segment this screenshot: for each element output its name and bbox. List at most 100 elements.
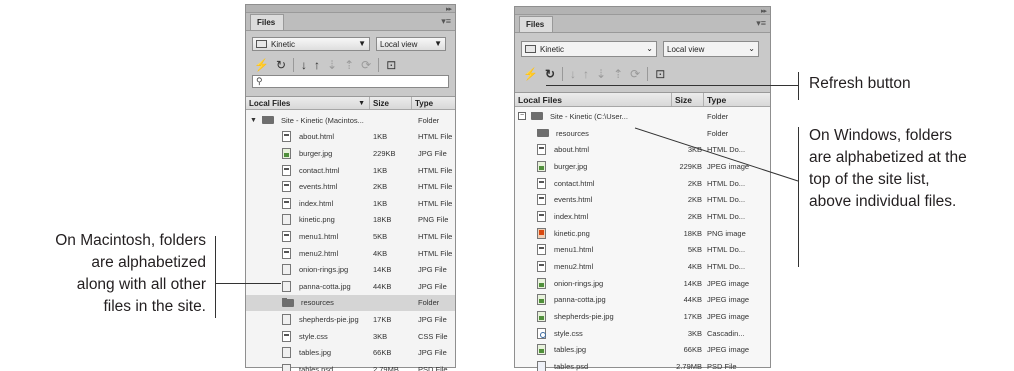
file-row[interactable]: menu1.html 5KB HTML Do...: [515, 242, 770, 259]
synchronize-icon[interactable]: ⟳: [361, 59, 371, 71]
view-select[interactable]: Local view ⌄: [663, 41, 759, 57]
file-row[interactable]: index.html 1KB HTML File: [246, 195, 455, 212]
divider: [378, 57, 380, 72]
file-row[interactable]: events.html 2KB HTML File: [246, 178, 455, 195]
html-file-icon: [537, 144, 546, 156]
expand-toggle-icon[interactable]: −: [518, 112, 526, 121]
column-size[interactable]: Size: [672, 93, 704, 106]
file-type: PSD File: [707, 362, 737, 371]
connect-icon[interactable]: ⚡: [254, 59, 269, 71]
check-out-icon[interactable]: ⇣: [596, 68, 606, 80]
file-size: 2KB: [687, 178, 702, 188]
folder-row[interactable]: ▼ Site - Kinetic (Macintos... Folder: [246, 112, 455, 129]
refresh-icon[interactable]: ↻: [276, 59, 286, 71]
column-type[interactable]: Type: [704, 93, 770, 106]
connect-icon[interactable]: ⚡: [523, 68, 538, 80]
check-in-icon[interactable]: ⇡: [613, 68, 623, 80]
file-type: PNG File: [418, 215, 449, 225]
win-toolbar: ⚡ ↻ ↓ ↑ ⇣ ⇡ ⟳ ⊡: [515, 57, 770, 83]
get-files-icon[interactable]: ↓: [570, 68, 576, 80]
file-row[interactable]: contact.html 1KB HTML File: [246, 162, 455, 179]
tab-files[interactable]: Files: [250, 14, 285, 30]
file-row[interactable]: menu2.html 4KB HTML Do...: [515, 258, 770, 275]
file-size: 2KB: [687, 211, 702, 221]
plain-file-icon: [282, 280, 291, 292]
file-row[interactable]: shepherds-pie.jpg 17KB JPEG image: [515, 308, 770, 325]
file-row[interactable]: menu1.html 5KB HTML File: [246, 228, 455, 245]
mac-tab-bar: Files ▾≡: [246, 13, 455, 31]
file-type: HTML File: [418, 182, 453, 192]
put-files-icon[interactable]: ↑: [314, 59, 320, 71]
file-type: PSD File: [418, 364, 448, 371]
panel-grip[interactable]: ▸▸: [246, 5, 455, 13]
divider: [647, 67, 649, 81]
column-local-files[interactable]: Local Files: [515, 93, 672, 106]
html-file-icon: [537, 194, 546, 206]
file-row[interactable]: style.css 3KB CSS File: [246, 328, 455, 345]
tab-files[interactable]: Files: [519, 16, 554, 32]
file-row[interactable]: tables.psd 2.79MB PSD File: [515, 358, 770, 371]
file-row[interactable]: tables.jpg 66KB JPG File: [246, 344, 455, 361]
file-name: kinetic.png: [299, 215, 335, 225]
file-row[interactable]: contact.html 2KB HTML Do...: [515, 175, 770, 192]
file-size: 1KB: [373, 198, 388, 208]
file-row[interactable]: tables.jpg 66KB JPEG image: [515, 342, 770, 359]
file-name-cell: menu1.html: [515, 244, 672, 256]
file-size: 66KB: [683, 345, 702, 355]
view-select[interactable]: Local view ▼: [376, 37, 446, 51]
file-row[interactable]: onion-rings.jpg 14KB JPEG image: [515, 275, 770, 292]
file-row[interactable]: index.html 2KB HTML Do...: [515, 208, 770, 225]
get-files-icon[interactable]: ↓: [301, 59, 307, 71]
mac-toolbar: ⚡ ↻ ↓ ↑ ⇣ ⇡ ⟳ ⊡: [246, 51, 455, 73]
html-file-icon: [282, 247, 291, 259]
file-row[interactable]: about.html 1KB HTML File: [246, 129, 455, 146]
column-type[interactable]: Type: [412, 97, 455, 109]
panel-menu-icon[interactable]: ▾≡: [441, 16, 451, 27]
column-size[interactable]: Size: [370, 97, 412, 109]
panel-grip[interactable]: ▸▸: [515, 7, 770, 15]
panel-menu-icon[interactable]: ▾≡: [756, 18, 766, 29]
put-files-icon[interactable]: ↑: [583, 68, 589, 80]
file-row[interactable]: style.css 3KB Cascadin...: [515, 325, 770, 342]
file-name: about.html: [554, 145, 590, 155]
file-name-cell: onion-rings.jpg: [515, 277, 672, 289]
file-name: contact.html: [554, 178, 595, 188]
column-local-files[interactable]: Local Files ▼: [246, 97, 370, 109]
html-file-icon: [537, 261, 546, 273]
check-out-icon[interactable]: ⇣: [327, 59, 337, 71]
expand-icon[interactable]: ⊡: [386, 59, 396, 71]
check-in-icon[interactable]: ⇡: [344, 59, 354, 71]
file-row[interactable]: menu2.html 4KB HTML File: [246, 245, 455, 262]
refresh-icon[interactable]: ↻: [545, 68, 555, 80]
file-name: onion-rings.jpg: [299, 265, 349, 275]
folder-row[interactable]: resources Folder: [246, 294, 455, 312]
file-row[interactable]: about.html 3KB HTML Do...: [515, 141, 770, 158]
search-input[interactable]: ⚲: [252, 75, 449, 88]
file-name: about.html: [299, 132, 335, 142]
file-row[interactable]: burger.jpg 229KB JPEG image: [515, 158, 770, 175]
mac-callout-leader: [215, 283, 281, 284]
expand-toggle-icon[interactable]: ▼: [250, 117, 257, 124]
file-row[interactable]: shepherds-pie.jpg 17KB JPG File: [246, 311, 455, 328]
site-select[interactable]: Kinetic ▼: [252, 37, 370, 51]
file-size: 17KB: [373, 314, 392, 324]
folder-icon: [537, 128, 549, 138]
file-row[interactable]: onion-rings.jpg 14KB JPG File: [246, 261, 455, 278]
folder-row[interactable]: resources Folder: [515, 125, 770, 142]
file-size: 5KB: [373, 231, 388, 241]
file-row[interactable]: tables.psd 2.79MB PSD File: [246, 361, 455, 371]
file-row[interactable]: burger.jpg 229KB JPG File: [246, 145, 455, 162]
file-row[interactable]: panna-cotta.jpg 44KB JPEG image: [515, 292, 770, 309]
file-type: JPG File: [418, 281, 447, 291]
file-row[interactable]: kinetic.png 18KB PNG image: [515, 225, 770, 242]
file-name-cell: tables.psd: [246, 363, 373, 371]
file-row[interactable]: panna-cotta.jpg 44KB JPG File: [246, 278, 455, 295]
expand-icon[interactable]: ⊡: [655, 68, 665, 80]
file-row[interactable]: events.html 2KB HTML Do...: [515, 191, 770, 208]
file-name: contact.html: [299, 165, 340, 175]
synchronize-icon[interactable]: ⟳: [630, 68, 640, 80]
file-type: HTML Do...: [707, 145, 746, 155]
site-select[interactable]: Kinetic ⌄: [521, 41, 657, 57]
file-row[interactable]: kinetic.png 18KB PNG File: [246, 212, 455, 229]
folder-row[interactable]: − Site - Kinetic (C:\User... Folder: [515, 108, 770, 125]
